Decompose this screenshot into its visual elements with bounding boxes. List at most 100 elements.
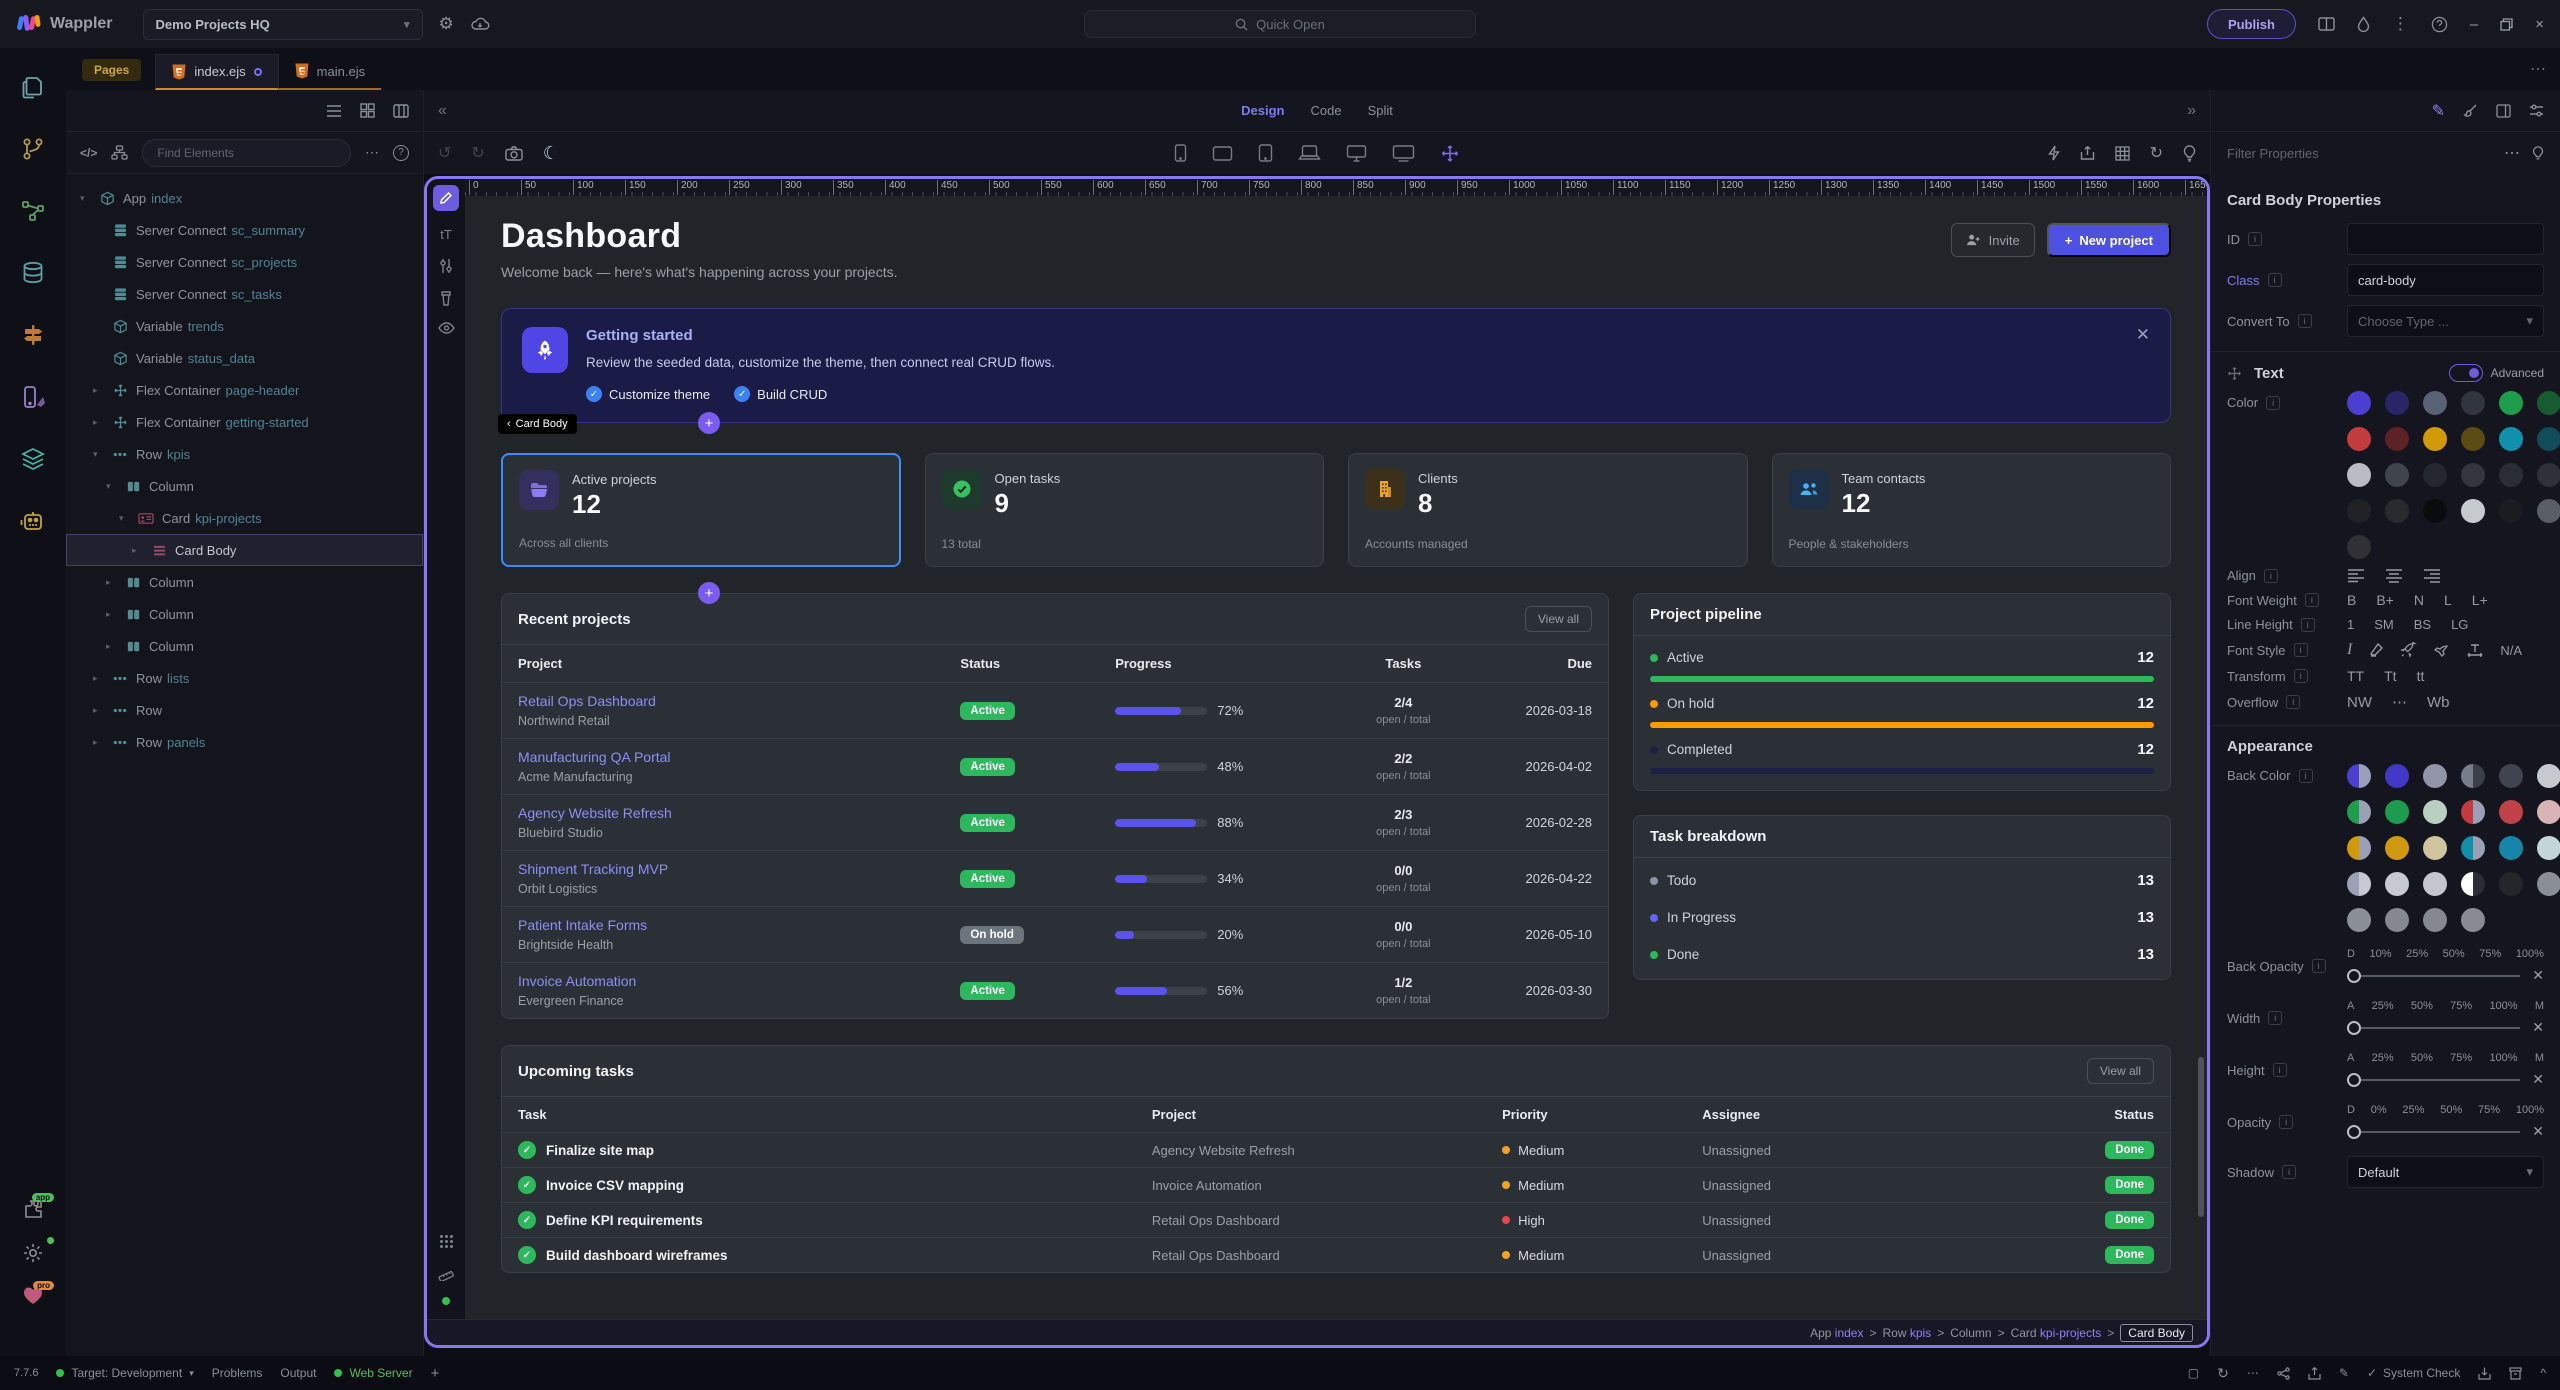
line-height-option[interactable]: 1 [2347, 617, 2354, 632]
refresh-icon[interactable]: ↻ [2217, 1365, 2229, 1382]
ellipsis-icon[interactable]: ⋯ [2247, 1366, 2259, 1380]
edit-mode-icon[interactable] [433, 185, 459, 211]
text-color-swatch[interactable] [2537, 499, 2560, 523]
back-color-swatch[interactable] [2461, 800, 2485, 824]
text-color-swatch[interactable] [2537, 427, 2560, 451]
insert-element-button[interactable]: + [698, 582, 720, 604]
tab-overflow-icon[interactable]: ⋯ [2530, 59, 2546, 79]
output-button[interactable]: Output [280, 1366, 316, 1380]
slider-knob[interactable] [2347, 1020, 2361, 1035]
back-color-swatch[interactable] [2423, 908, 2447, 932]
style-slider-icon[interactable] [439, 258, 453, 274]
apps-grid-icon[interactable] [439, 1234, 454, 1249]
tree-item-index[interactable]: ▾ App index [66, 182, 423, 214]
text-color-swatch[interactable] [2347, 463, 2371, 487]
design-mobile-icon[interactable] [20, 384, 46, 410]
publish-button[interactable]: Publish [2206, 9, 2296, 39]
kpi-card-folder[interactable]: Active projects 12 Across all clients [501, 453, 901, 567]
back-color-swatch[interactable] [2461, 764, 2485, 788]
hand-icon[interactable] [2433, 643, 2450, 658]
text-color-swatch[interactable] [2537, 391, 2560, 415]
id-input[interactable] [2347, 223, 2544, 255]
shadow-select[interactable]: Default ▾ [2347, 1156, 2544, 1188]
git-branch-icon[interactable] [20, 136, 46, 162]
tree-chevron-icon[interactable]: ▾ [106, 481, 121, 492]
project-link[interactable]: Patient Intake Forms [518, 917, 928, 933]
page-scrollbar[interactable] [2198, 1057, 2204, 1217]
back-color-swatch[interactable] [2347, 872, 2371, 896]
table-row[interactable]: Manufacturing QA Portal Acme Manufacturin… [502, 738, 1608, 795]
back-color-swatch[interactable] [2461, 872, 2485, 896]
tree-chevron-icon[interactable]: ▸ [106, 577, 121, 588]
line-height-option[interactable]: SM [2374, 617, 2394, 632]
filter-sliders-icon[interactable] [2529, 104, 2544, 117]
info-icon[interactable]: i [2279, 1115, 2294, 1129]
align-center-icon[interactable] [2385, 568, 2403, 583]
sitemap-icon[interactable] [111, 145, 129, 160]
text-color-swatch[interactable] [2499, 499, 2523, 523]
info-icon[interactable]: i [2293, 643, 2308, 657]
back-color-swatch[interactable] [2423, 836, 2447, 860]
table-row[interactable]: Invoice Automation Evergreen Finance Activ… [502, 962, 1608, 1018]
view-all-button[interactable]: View all [1524, 606, 1592, 632]
tree-item-card-body[interactable]: ▸ Card Body [66, 534, 423, 566]
slider-track[interactable] [2347, 968, 2521, 983]
share-nodes-icon[interactable] [2277, 1366, 2290, 1380]
align-left-icon[interactable] [2347, 568, 2365, 583]
back-color-swatch[interactable] [2537, 872, 2560, 896]
pages-button[interactable]: Pages [82, 59, 142, 81]
responsive-move-icon[interactable] [1441, 144, 1460, 163]
slider-knob[interactable] [2347, 968, 2361, 983]
text-color-swatch[interactable] [2423, 499, 2447, 523]
robot-assistant-icon[interactable] [19, 508, 47, 534]
checkbox-icon[interactable]: ▢ [2188, 1366, 2199, 1380]
font-weight-option[interactable]: L [2444, 592, 2452, 608]
torch-icon[interactable] [439, 290, 453, 306]
theme-droplet-icon[interactable] [2357, 16, 2370, 32]
window-restore-button[interactable] [2500, 17, 2513, 31]
tree-item-column[interactable]: ▾ Column [66, 470, 423, 502]
tree-item-column[interactable]: ▸ Column [66, 630, 423, 662]
project-link[interactable]: Manufacturing QA Portal [518, 749, 928, 765]
slider-track[interactable] [2347, 1072, 2521, 1087]
slider-track[interactable] [2347, 1124, 2521, 1139]
line-height-option[interactable]: LG [2451, 617, 2468, 632]
export-icon[interactable] [2080, 145, 2095, 161]
insert-element-button[interactable]: + [698, 412, 720, 434]
table-row[interactable]: ✓ Define KPI requirements Retail Ops Dashb… [502, 1202, 2170, 1238]
info-icon[interactable]: i [2268, 1011, 2283, 1025]
text-color-swatch[interactable] [2461, 391, 2485, 415]
back-color-swatch[interactable] [2537, 764, 2560, 788]
tree-chevron-icon[interactable]: ▸ [132, 545, 147, 556]
text-width-icon[interactable] [2466, 643, 2484, 657]
font-style-na[interactable]: N/A [2500, 643, 2522, 658]
tree-item-getting-started[interactable]: ▸ Flex Container getting-started [66, 406, 423, 438]
rocket-style-icon[interactable] [2400, 642, 2417, 658]
tree-item-trends[interactable]: Variable trends [66, 310, 423, 342]
web-server-button[interactable]: Web Server [334, 1366, 413, 1380]
info-icon[interactable]: i [2263, 568, 2278, 583]
project-link[interactable]: Invoice Automation [518, 973, 928, 989]
back-color-swatch[interactable] [2385, 872, 2409, 896]
back-color-swatch[interactable] [2347, 800, 2371, 824]
more-options-icon[interactable]: ⋯ [2504, 143, 2520, 163]
text-color-swatch[interactable] [2461, 463, 2485, 487]
tree-chevron-icon[interactable]: ▸ [106, 609, 121, 620]
drag-section-icon[interactable] [2227, 366, 2242, 381]
layout-panels-icon[interactable] [2496, 103, 2511, 118]
undo-icon[interactable]: ↺ [438, 143, 451, 163]
text-color-swatch[interactable] [2385, 463, 2409, 487]
font-weight-option[interactable]: N [2414, 592, 2424, 608]
info-icon[interactable]: i [2248, 232, 2262, 246]
back-color-swatch[interactable] [2461, 908, 2485, 932]
list-view-icon[interactable] [326, 104, 342, 118]
convert-to-select[interactable]: Choose Type ... ▾ [2347, 305, 2544, 337]
text-color-swatch[interactable] [2423, 463, 2447, 487]
tree-chevron-icon[interactable]: ▾ [93, 449, 108, 460]
text-color-swatch[interactable] [2347, 499, 2371, 523]
back-color-swatch[interactable] [2499, 764, 2523, 788]
find-elements-input[interactable] [142, 138, 351, 167]
line-height-option[interactable]: BS [2414, 617, 2431, 632]
kpi-card-check[interactable]: Open tasks 9 13 total [924, 453, 1324, 567]
database-icon[interactable] [20, 260, 46, 286]
